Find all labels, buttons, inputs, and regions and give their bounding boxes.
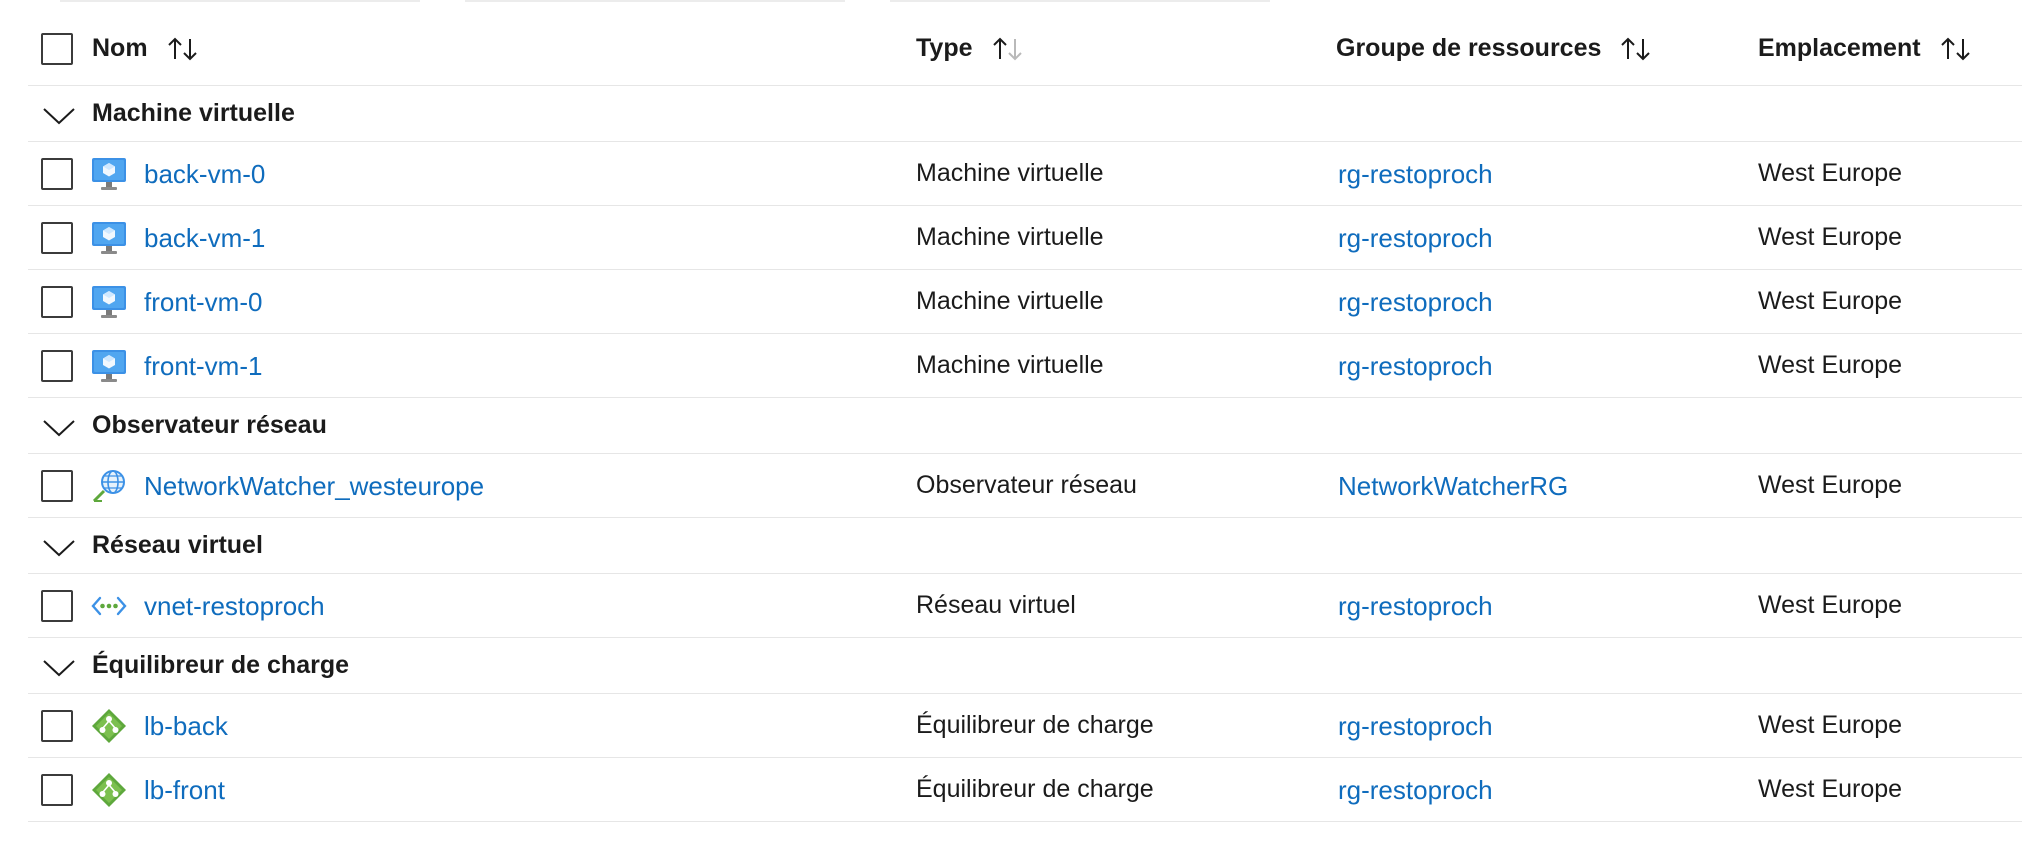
resource-name-link[interactable]: back-vm-0 (144, 159, 265, 190)
resource-location: West Europe (1758, 711, 1903, 739)
resource-name-link[interactable]: front-vm-1 (144, 351, 262, 382)
resource-grid: Nom Type Groupe de ressources Emplacemen… (28, 0, 2022, 822)
table-row: back-vm-1 Machine virtuelle rg-restoproc… (28, 206, 2022, 270)
column-header-type[interactable]: Type (916, 34, 1025, 63)
resource-group-link[interactable]: rg-restoproch (1338, 775, 1493, 806)
group-title: Équilibreur de charge (92, 651, 350, 679)
row-checkbox[interactable] (41, 222, 73, 254)
virtual-network-icon (91, 588, 127, 624)
resource-group-link[interactable]: rg-restoproch (1338, 223, 1493, 254)
resource-group-link[interactable]: rg-restoproch (1338, 711, 1493, 742)
select-all-checkbox[interactable] (41, 33, 73, 65)
virtual-machine-icon (91, 156, 127, 192)
sort-arrows-icon[interactable] (1939, 35, 1973, 63)
load-balancer-icon (91, 772, 127, 808)
row-checkbox[interactable] (41, 286, 73, 318)
resource-group-link[interactable]: rg-restoproch (1338, 351, 1493, 382)
table-row: front-vm-1 Machine virtuelle rg-restopro… (28, 334, 2022, 398)
column-header-name-label: Nom (92, 34, 148, 62)
group-header-virtual-machine[interactable]: Machine virtuelle (28, 86, 2022, 142)
resource-group-link[interactable]: NetworkWatcherRG (1338, 471, 1568, 502)
grid-header-row: Nom Type Groupe de ressources Emplacemen… (28, 0, 2022, 86)
resource-type: Observateur réseau (916, 471, 1137, 499)
column-header-location-label: Emplacement (1758, 34, 1921, 62)
table-row: NetworkWatcher_westeurope Observateur ré… (28, 454, 2022, 518)
row-checkbox[interactable] (41, 590, 73, 622)
resource-type: Machine virtuelle (916, 287, 1104, 315)
resource-group-link[interactable]: rg-restoproch (1338, 159, 1493, 190)
row-checkbox[interactable] (41, 158, 73, 190)
resource-location: West Europe (1758, 159, 1903, 187)
group-header-network-watcher[interactable]: Observateur réseau (28, 398, 2022, 454)
resource-group-link[interactable]: rg-restoproch (1338, 591, 1493, 622)
resource-name-link[interactable]: back-vm-1 (144, 223, 265, 254)
group-title: Machine virtuelle (92, 99, 295, 127)
resource-type: Équilibreur de charge (916, 711, 1154, 739)
row-checkbox[interactable] (41, 774, 73, 806)
table-row: lb-back Équilibreur de charge rg-restopr… (28, 694, 2022, 758)
network-watcher-icon (91, 468, 127, 504)
table-row: vnet-restoproch Réseau virtuel rg-restop… (28, 574, 2022, 638)
resource-type: Équilibreur de charge (916, 775, 1154, 803)
resource-type: Machine virtuelle (916, 159, 1104, 187)
group-title: Observateur réseau (92, 411, 327, 439)
resource-type: Machine virtuelle (916, 351, 1104, 379)
resource-name-link[interactable]: lb-back (144, 711, 228, 742)
row-checkbox[interactable] (41, 710, 73, 742)
resource-name-link[interactable]: vnet-restoproch (144, 591, 325, 622)
column-header-resource-group[interactable]: Groupe de ressources (1336, 34, 1653, 63)
virtual-machine-icon (91, 348, 127, 384)
resource-location: West Europe (1758, 775, 1903, 803)
chevron-down-icon[interactable] (42, 658, 76, 683)
row-checkbox[interactable] (41, 350, 73, 382)
resource-type: Machine virtuelle (916, 223, 1104, 251)
sort-arrows-icon[interactable] (1619, 35, 1653, 63)
resource-location: West Europe (1758, 471, 1903, 499)
resource-location: West Europe (1758, 223, 1903, 251)
column-header-location[interactable]: Emplacement (1758, 34, 1973, 63)
chevron-down-icon[interactable] (42, 106, 76, 131)
load-balancer-icon (91, 708, 127, 744)
column-header-resource-group-label: Groupe de ressources (1336, 34, 1602, 62)
group-header-virtual-network[interactable]: Réseau virtuel (28, 518, 2022, 574)
table-row: lb-front Équilibreur de charge rg-restop… (28, 758, 2022, 822)
table-row: front-vm-0 Machine virtuelle rg-restopro… (28, 270, 2022, 334)
resource-type: Réseau virtuel (916, 591, 1076, 619)
sort-arrows-icon[interactable] (166, 35, 200, 63)
group-title: Réseau virtuel (92, 531, 263, 559)
chevron-down-icon[interactable] (42, 418, 76, 443)
resource-location: West Europe (1758, 591, 1903, 619)
group-header-load-balancer[interactable]: Équilibreur de charge (28, 638, 2022, 694)
resource-name-link[interactable]: lb-front (144, 775, 225, 806)
chevron-down-icon[interactable] (42, 538, 76, 563)
resource-name-link[interactable]: front-vm-0 (144, 287, 262, 318)
table-row: back-vm-0 Machine virtuelle rg-restoproc… (28, 142, 2022, 206)
resource-location: West Europe (1758, 287, 1903, 315)
resource-name-link[interactable]: NetworkWatcher_westeurope (144, 471, 484, 502)
virtual-machine-icon (91, 284, 127, 320)
sort-arrows-icon[interactable] (991, 35, 1025, 63)
row-checkbox[interactable] (41, 470, 73, 502)
column-header-type-label: Type (916, 34, 973, 62)
resource-location: West Europe (1758, 351, 1903, 379)
resource-group-link[interactable]: rg-restoproch (1338, 287, 1493, 318)
virtual-machine-icon (91, 220, 127, 256)
column-header-name[interactable]: Nom (92, 34, 200, 63)
